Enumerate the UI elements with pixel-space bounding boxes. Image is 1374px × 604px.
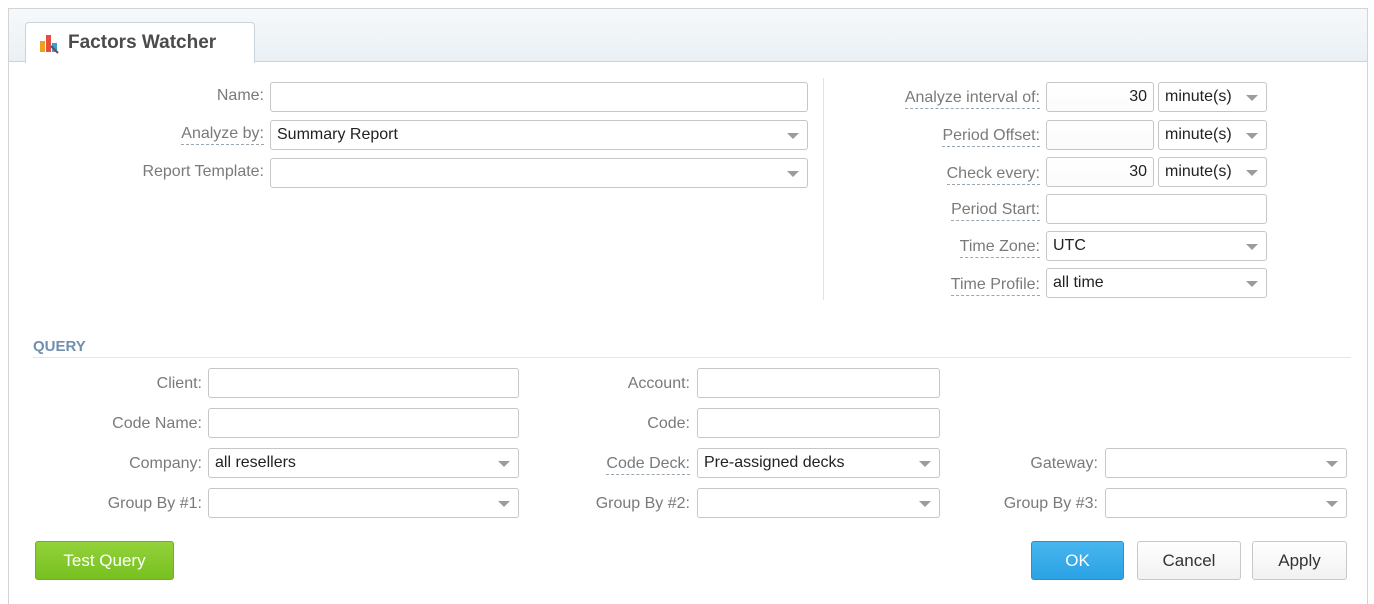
code-name-label: Code Name: bbox=[112, 415, 202, 432]
time-profile-select[interactable]: all time bbox=[1046, 268, 1267, 298]
client-label: Client: bbox=[156, 375, 202, 392]
time-zone-value: UTC bbox=[1053, 237, 1086, 254]
gateway-select[interactable] bbox=[1105, 448, 1347, 478]
group-by-2-label: Group By #2: bbox=[595, 495, 690, 512]
account-label: Account: bbox=[627, 375, 690, 392]
code-deck-select[interactable]: Pre-assigned decks bbox=[697, 448, 940, 478]
vertical-divider bbox=[823, 78, 824, 300]
query-divider bbox=[33, 357, 1351, 358]
period-offset-label: Period Offset: bbox=[850, 127, 1040, 147]
company-value: all resellers bbox=[215, 454, 296, 471]
chevron-down-icon bbox=[1246, 170, 1258, 176]
company-select[interactable]: all resellers bbox=[208, 448, 519, 478]
chevron-down-icon bbox=[498, 501, 510, 507]
cancel-button[interactable]: Cancel bbox=[1137, 541, 1241, 580]
analyze-interval-input[interactable]: 30 bbox=[1046, 82, 1154, 112]
chevron-down-icon bbox=[498, 461, 510, 467]
chart-icon bbox=[40, 35, 59, 54]
client-input[interactable] bbox=[208, 368, 519, 398]
company-label: Company: bbox=[129, 455, 202, 472]
group-by-1-label: Group By #1: bbox=[107, 495, 202, 512]
period-start-label: Period Start: bbox=[850, 201, 1040, 221]
chevron-down-icon bbox=[1246, 133, 1258, 139]
group-by-3-select[interactable] bbox=[1105, 488, 1347, 518]
chevron-down-icon bbox=[1246, 244, 1258, 250]
time-zone-label: Time Zone: bbox=[850, 238, 1040, 258]
chevron-down-icon bbox=[1246, 95, 1258, 101]
code-deck-label: Code Deck: bbox=[560, 455, 690, 475]
code-input[interactable] bbox=[697, 408, 940, 438]
analyze-interval-unit-select[interactable]: minute(s) bbox=[1158, 82, 1267, 112]
account-input[interactable] bbox=[697, 368, 940, 398]
period-start-input[interactable] bbox=[1046, 194, 1267, 224]
analyze-by-value: Summary Report bbox=[277, 126, 398, 143]
tab-factors-watcher[interactable]: Factors Watcher bbox=[25, 22, 255, 63]
check-every-input[interactable]: 30 bbox=[1046, 157, 1154, 187]
tab-title: Factors Watcher bbox=[68, 32, 217, 53]
time-profile-label: Time Profile: bbox=[850, 276, 1040, 296]
period-offset-unit-select[interactable]: minute(s) bbox=[1158, 120, 1267, 150]
report-template-select[interactable] bbox=[270, 158, 808, 188]
chevron-down-icon bbox=[919, 501, 931, 507]
ok-button[interactable]: OK bbox=[1031, 541, 1124, 580]
group-by-2-select[interactable] bbox=[697, 488, 940, 518]
name-label: Name: bbox=[216, 87, 264, 104]
test-query-button[interactable]: Test Query bbox=[35, 541, 174, 580]
report-template-label: Report Template: bbox=[142, 163, 264, 180]
check-every-unit-select[interactable]: minute(s) bbox=[1158, 157, 1267, 187]
chevron-down-icon bbox=[919, 461, 931, 467]
group-by-1-select[interactable] bbox=[208, 488, 519, 518]
gateway-label: Gateway: bbox=[1030, 455, 1098, 472]
query-section-title: QUERY bbox=[33, 338, 86, 355]
analyze-interval-label: Analyze interval of: bbox=[850, 89, 1040, 109]
period-offset-unit: minute(s) bbox=[1165, 126, 1232, 143]
name-input[interactable] bbox=[270, 82, 808, 112]
analyze-by-label: Analyze by: bbox=[120, 125, 264, 145]
code-deck-value: Pre-assigned decks bbox=[704, 454, 845, 471]
time-profile-value: all time bbox=[1053, 274, 1104, 291]
chevron-down-icon bbox=[1326, 501, 1338, 507]
analyze-interval-unit: minute(s) bbox=[1165, 88, 1232, 105]
time-zone-select[interactable]: UTC bbox=[1046, 231, 1267, 261]
chevron-down-icon bbox=[1326, 461, 1338, 467]
check-every-unit: minute(s) bbox=[1165, 163, 1232, 180]
apply-button[interactable]: Apply bbox=[1252, 541, 1347, 580]
code-label: Code: bbox=[647, 415, 690, 432]
check-every-label: Check every: bbox=[850, 165, 1040, 185]
analyze-by-select[interactable]: Summary Report bbox=[270, 120, 808, 150]
chevron-down-icon bbox=[787, 133, 799, 139]
chevron-down-icon bbox=[787, 171, 799, 177]
period-offset-input[interactable] bbox=[1046, 120, 1154, 150]
group-by-3-label: Group By #3: bbox=[1003, 495, 1098, 512]
code-name-input[interactable] bbox=[208, 408, 519, 438]
chevron-down-icon bbox=[1246, 281, 1258, 287]
